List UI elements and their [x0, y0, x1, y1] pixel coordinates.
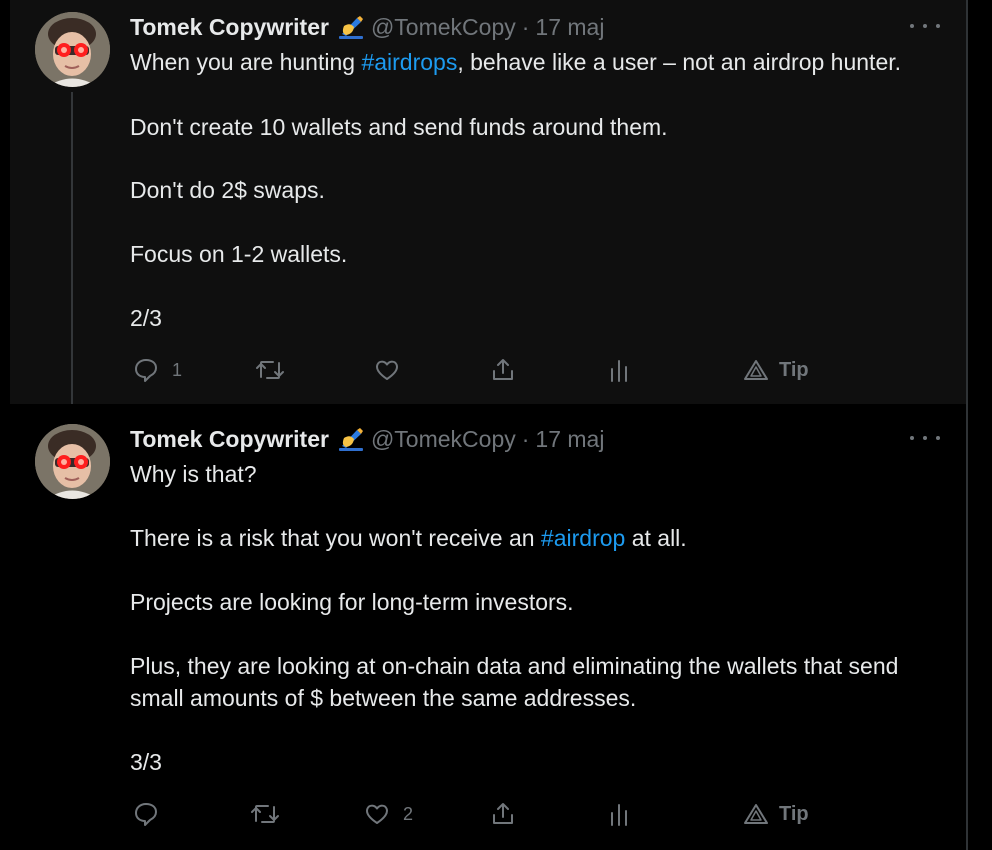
more-dot — [923, 436, 927, 440]
heart-icon — [374, 357, 400, 383]
analytics-button[interactable] — [609, 354, 629, 386]
like-count: 2 — [403, 803, 414, 824]
thread-counter: 3/3 — [130, 749, 162, 775]
share-upload-icon — [490, 801, 516, 827]
reply-bubble-icon — [133, 357, 159, 383]
author-handle[interactable]: @TomekCopy — [371, 14, 516, 41]
retweet-button[interactable] — [250, 798, 280, 830]
text-segment: at all. — [625, 525, 687, 551]
text-segment: , behave like a user – not an airdrop hu… — [457, 49, 902, 75]
tweet-text-line: small amounts of $ between the same addr… — [130, 685, 637, 711]
tip-button[interactable]: Tip — [743, 798, 809, 830]
more-horizontal-icon — [910, 436, 914, 440]
text-segment: There is a risk that you won't receive a… — [130, 525, 541, 551]
analytics-bars-icon — [609, 801, 629, 827]
tweet-header: Tomek Copywriter @TomekCopy · 17 maj — [130, 424, 604, 454]
like-button[interactable]: 2 — [364, 798, 413, 830]
reply-button[interactable] — [133, 798, 172, 830]
tweet-text-line: When you are hunting #airdrops, behave l… — [130, 46, 901, 78]
more-options-button[interactable] — [910, 16, 940, 36]
timeline-border — [966, 0, 968, 850]
tip-label: Tip — [779, 802, 809, 825]
tweet-header: Tomek Copywriter @TomekCopy · 17 maj — [130, 12, 604, 42]
share-upload-icon — [490, 357, 516, 383]
thread-counter: 2/3 — [130, 305, 162, 331]
tweet-text-line: Why is that? — [130, 461, 257, 487]
author-name[interactable]: Tomek Copywriter — [130, 426, 329, 453]
more-horizontal-icon — [910, 24, 914, 28]
tweet-text-line: Focus on 1-2 wallets. — [130, 241, 348, 267]
hashtag-link[interactable]: #airdrops — [361, 49, 457, 75]
tip-label: Tip — [779, 358, 809, 381]
avatar[interactable] — [35, 424, 110, 499]
text-segment: When you are hunting — [130, 49, 362, 75]
reply-button[interactable]: 1 — [133, 354, 182, 386]
author-handle[interactable]: @TomekCopy — [371, 426, 516, 453]
more-dot — [923, 24, 927, 28]
tip-triangle-icon — [743, 802, 769, 826]
retweet-button[interactable] — [255, 354, 285, 386]
share-button[interactable] — [490, 354, 516, 386]
tweet-date[interactable]: 17 maj — [535, 426, 604, 453]
author-name[interactable]: Tomek Copywriter — [130, 14, 329, 41]
like-button[interactable] — [374, 354, 400, 386]
tip-button[interactable]: Tip — [743, 354, 809, 386]
thread-connector-line — [71, 92, 73, 414]
retweet-arrows-icon — [250, 801, 280, 827]
share-button[interactable] — [490, 798, 516, 830]
avatar[interactable] — [35, 12, 110, 87]
analytics-bars-icon — [609, 357, 629, 383]
hashtag-link[interactable]: #airdrop — [541, 525, 625, 551]
writing-hand-emoji — [337, 14, 365, 40]
more-dot — [936, 24, 940, 28]
writing-hand-emoji — [337, 426, 365, 452]
retweet-arrows-icon — [255, 357, 285, 383]
more-options-button[interactable] — [910, 428, 940, 448]
tweet-text-line: There is a risk that you won't receive a… — [130, 522, 687, 554]
more-dot — [936, 436, 940, 440]
separator-dot: · — [521, 13, 530, 40]
separator-dot: · — [521, 425, 530, 452]
reply-count: 1 — [172, 359, 183, 380]
analytics-button[interactable] — [609, 798, 629, 830]
tip-triangle-icon — [743, 358, 769, 382]
tweet-text-line: Projects are looking for long-term inves… — [130, 589, 574, 615]
tweet-date[interactable]: 17 maj — [535, 14, 604, 41]
reply-bubble-icon — [133, 801, 159, 827]
tweet-text-line: Don't do 2$ swaps. — [130, 177, 325, 203]
tweet-text-line: Don't create 10 wallets and send funds a… — [130, 114, 668, 140]
tweet-text-line: Plus, they are looking at on-chain data … — [130, 653, 899, 679]
heart-icon — [364, 801, 390, 827]
